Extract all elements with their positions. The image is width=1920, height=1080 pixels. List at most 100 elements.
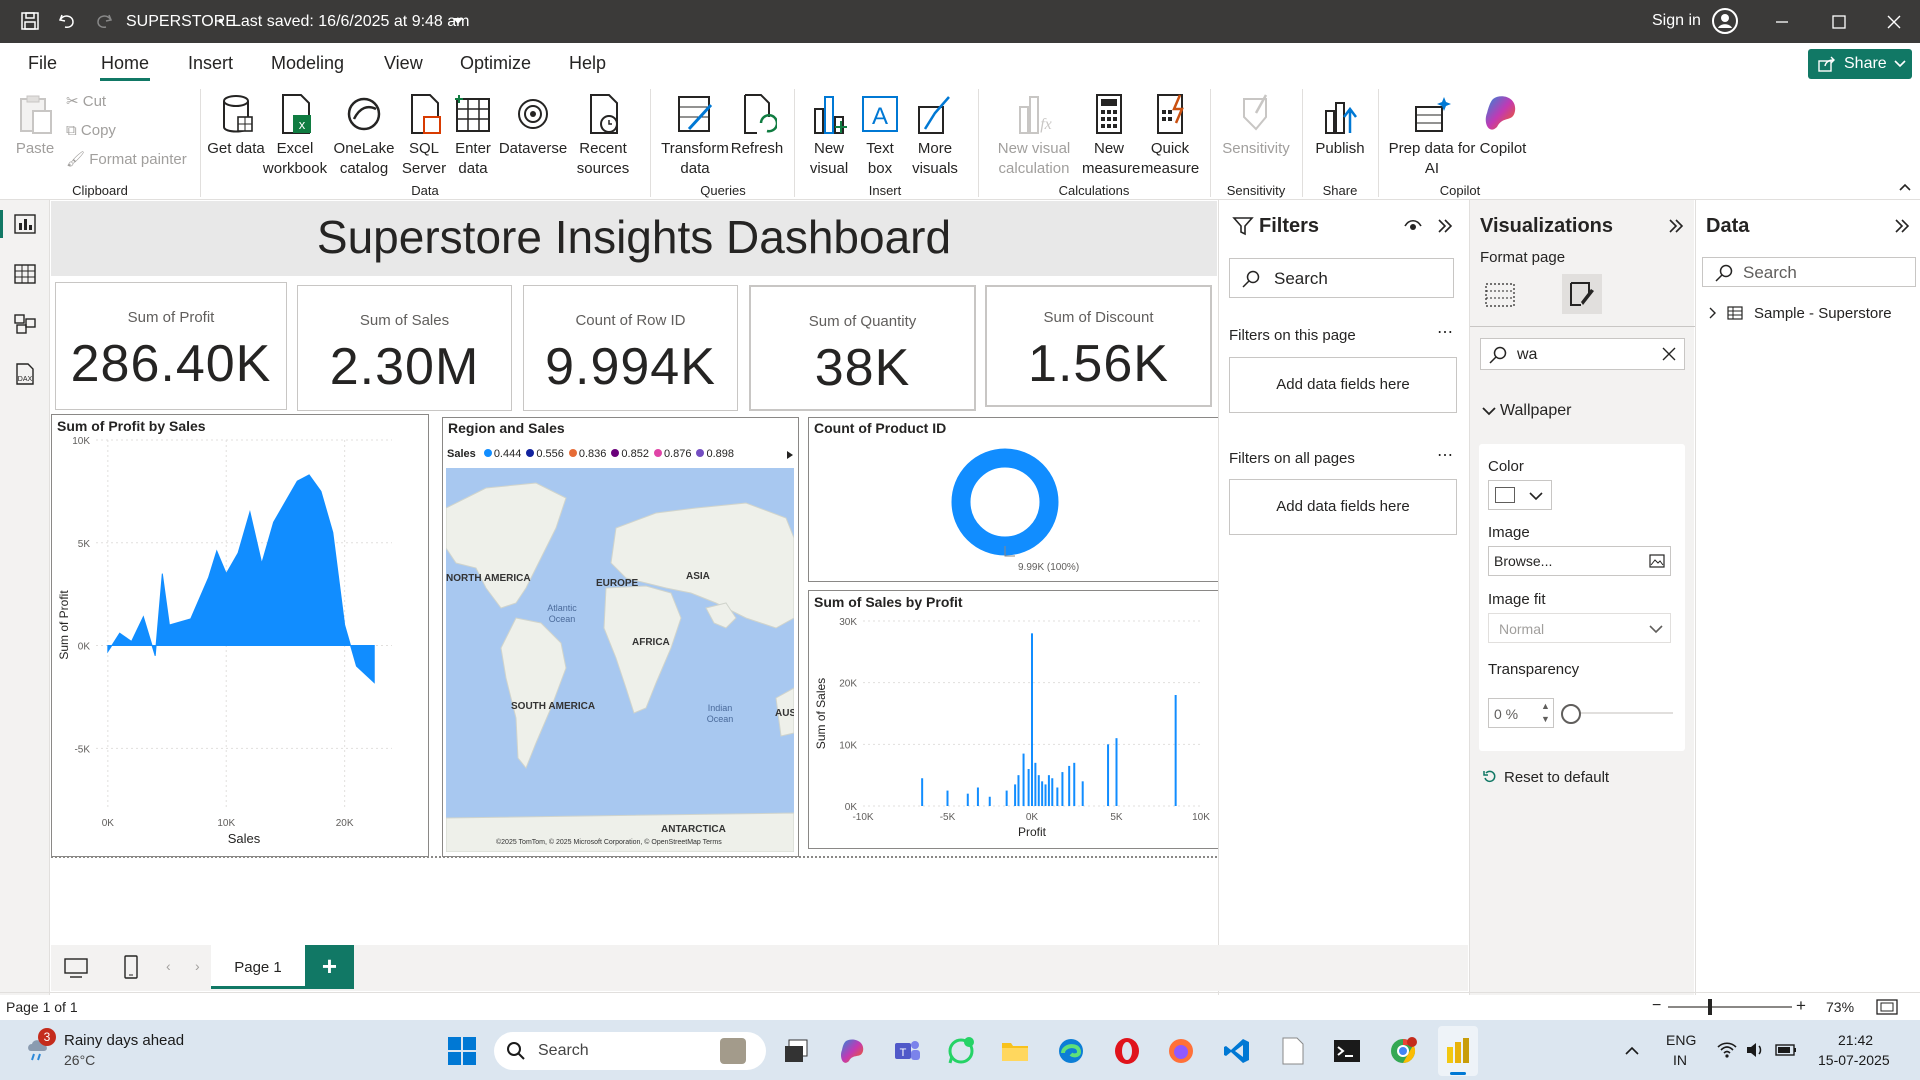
volume-icon[interactable] — [1744, 1040, 1766, 1060]
new-visual-calculation-button[interactable]: fx New visual calculation — [986, 93, 1082, 179]
windows-start-icon[interactable] — [446, 1035, 478, 1067]
format-search-input[interactable]: wa — [1480, 338, 1685, 370]
more-visuals-button[interactable]: More visuals — [904, 93, 966, 179]
desktop-layout-icon[interactable] — [63, 956, 89, 980]
format-visual-tab[interactable] — [1562, 274, 1602, 314]
legend-next-icon[interactable] — [786, 450, 794, 460]
data-search-input[interactable]: Search — [1702, 257, 1916, 287]
map-area[interactable]: NORTH AMERICA EUROPE ASIA Atlantic Ocean… — [446, 468, 794, 852]
dax-query-view-icon[interactable]: DAX — [12, 362, 38, 386]
taskbar-search-box[interactable]: Search — [494, 1032, 766, 1070]
sensitivity-button[interactable]: Sensitivity — [1216, 93, 1296, 159]
kpi-card-profit[interactable]: Sum of Profit 286.40K — [55, 282, 287, 410]
image-fit-dropdown[interactable]: Normal — [1488, 613, 1671, 643]
report-view-icon[interactable] — [12, 212, 38, 236]
image-browse-input[interactable]: Browse... — [1488, 546, 1671, 576]
whatsapp-icon[interactable] — [946, 1036, 976, 1066]
clock-time[interactable]: 21:42 — [1838, 1032, 1873, 1048]
add-page-button[interactable]: + — [305, 945, 354, 989]
firefox-icon[interactable] — [1166, 1036, 1196, 1066]
document-icon[interactable] — [1278, 1036, 1308, 1066]
kpi-card-sales[interactable]: Sum of Sales 2.30M — [297, 285, 512, 411]
build-visual-icon[interactable] — [1482, 276, 1518, 312]
menu-view[interactable]: View — [384, 53, 423, 74]
reset-to-default-link[interactable]: Reset to default — [1504, 769, 1609, 786]
transparency-slider-thumb[interactable] — [1561, 704, 1581, 724]
filters-search-input[interactable]: Search — [1229, 258, 1454, 298]
chevron-up-icon[interactable] — [1624, 1042, 1640, 1058]
more-options-icon[interactable]: ⋯ — [1437, 445, 1453, 465]
undo-icon[interactable] — [57, 11, 77, 31]
share-button[interactable]: Share — [1808, 49, 1912, 79]
menu-file[interactable]: File — [28, 53, 57, 74]
zoom-level[interactable]: 73% — [1826, 999, 1854, 1015]
dashboard-title[interactable]: Superstore Insights Dashboard — [51, 210, 1217, 264]
onelake-catalog-button[interactable]: OneLake catalog — [330, 93, 398, 179]
page-tab-active[interactable]: Page 1 — [211, 945, 305, 989]
redo-icon[interactable] — [94, 11, 114, 31]
copilot-button[interactable]: Copilot — [1472, 93, 1534, 159]
sign-in-link[interactable]: Sign in — [1652, 12, 1701, 30]
zoom-slider-track[interactable] — [1668, 1006, 1792, 1008]
menu-home[interactable]: Home — [101, 53, 149, 74]
menu-insert[interactable]: Insert — [188, 53, 233, 74]
edge-icon[interactable] — [1056, 1036, 1086, 1066]
mobile-layout-icon[interactable] — [121, 954, 141, 980]
kpi-card-quantity[interactable]: Sum of Quantity 38K — [749, 285, 976, 411]
wifi-icon[interactable] — [1716, 1040, 1738, 1060]
sql-server-button[interactable]: SQL Server — [398, 93, 450, 179]
menu-optimize[interactable]: Optimize — [460, 53, 531, 74]
page-filter-drop-zone[interactable]: Add data fields here — [1229, 357, 1457, 413]
enter-data-button[interactable]: Enter data — [450, 93, 496, 179]
copy-button[interactable]: ⧉ Copy — [66, 121, 116, 141]
collapse-ribbon-icon[interactable] — [1898, 181, 1912, 193]
spinner-up-icon[interactable]: ▲ — [1541, 701, 1550, 711]
next-page-icon[interactable]: › — [195, 958, 200, 974]
menu-help[interactable]: Help — [569, 53, 606, 74]
excel-workbook-button[interactable]: x Excel workbook — [260, 93, 330, 179]
dataverse-button[interactable]: Dataverse — [496, 93, 570, 159]
collapse-filters-icon[interactable] — [1435, 216, 1455, 236]
new-visual-button[interactable]: New visual — [802, 93, 856, 179]
chevron-right-icon[interactable] — [1708, 306, 1718, 320]
sales-by-profit-chart[interactable]: Sum of Sales by Profit 30K 20K 10K 0K -10K -5K… — [808, 590, 1219, 849]
fit-to-page-icon[interactable] — [1876, 998, 1898, 1016]
product-count-donut[interactable]: Count of Product ID 9.99K (100%) — [808, 417, 1219, 582]
region-indicator[interactable]: IN — [1673, 1052, 1687, 1068]
publish-button[interactable]: Publish — [1310, 93, 1370, 159]
title-dropdown-icon[interactable] — [452, 16, 464, 26]
table-view-icon[interactable] — [12, 262, 38, 286]
transparency-spinner[interactable]: 0 % ▲ ▼ — [1488, 698, 1554, 728]
get-data-button[interactable]: Get data — [206, 93, 266, 159]
profit-by-sales-chart[interactable]: Sum of Profit by Sales 10K 5K 0K -5K 0K 10K 20K… — [51, 414, 429, 857]
copilot-app-icon[interactable] — [838, 1036, 868, 1066]
close-icon[interactable] — [1884, 12, 1904, 32]
color-picker[interactable] — [1488, 480, 1552, 510]
zoom-slider-thumb[interactable] — [1708, 999, 1712, 1015]
prep-data-for-ai-button[interactable]: Prep data for AI — [1384, 93, 1480, 179]
paste-button[interactable]: Paste — [12, 93, 58, 159]
text-box-button[interactable]: A Text box — [856, 93, 904, 179]
weather-widget[interactable]: 3 Rainy days ahead 26°C — [24, 1028, 204, 1072]
data-table-item[interactable]: Sample - Superstore — [1754, 305, 1892, 322]
terminal-icon[interactable] — [1332, 1036, 1362, 1066]
quick-measure-button[interactable]: Quick measure — [1140, 93, 1200, 179]
region-sales-map[interactable]: Region and Sales Sales 0.444 0.556 0.836 0.… — [442, 417, 799, 857]
all-pages-filter-drop-zone[interactable]: Add data fields here — [1229, 479, 1457, 535]
collapse-visualizations-icon[interactable] — [1666, 216, 1686, 236]
file-explorer-icon[interactable] — [1000, 1036, 1030, 1066]
spinner-down-icon[interactable]: ▼ — [1541, 714, 1550, 724]
menu-modeling[interactable]: Modeling — [271, 53, 344, 74]
task-view-icon[interactable] — [782, 1037, 810, 1065]
model-view-icon[interactable] — [12, 312, 38, 336]
eye-icon[interactable] — [1403, 216, 1423, 236]
minimize-icon[interactable] — [1772, 12, 1792, 32]
account-icon[interactable] — [1712, 8, 1738, 34]
vscode-icon[interactable] — [1222, 1036, 1252, 1066]
chrome-icon[interactable] — [1388, 1036, 1418, 1066]
battery-icon[interactable] — [1774, 1040, 1798, 1060]
recent-sources-button[interactable]: Recent sources — [568, 93, 638, 179]
collapse-data-icon[interactable] — [1892, 216, 1912, 236]
kpi-card-discount[interactable]: Sum of Discount 1.56K — [985, 285, 1212, 407]
powerbi-taskbar-button[interactable] — [1438, 1026, 1478, 1076]
